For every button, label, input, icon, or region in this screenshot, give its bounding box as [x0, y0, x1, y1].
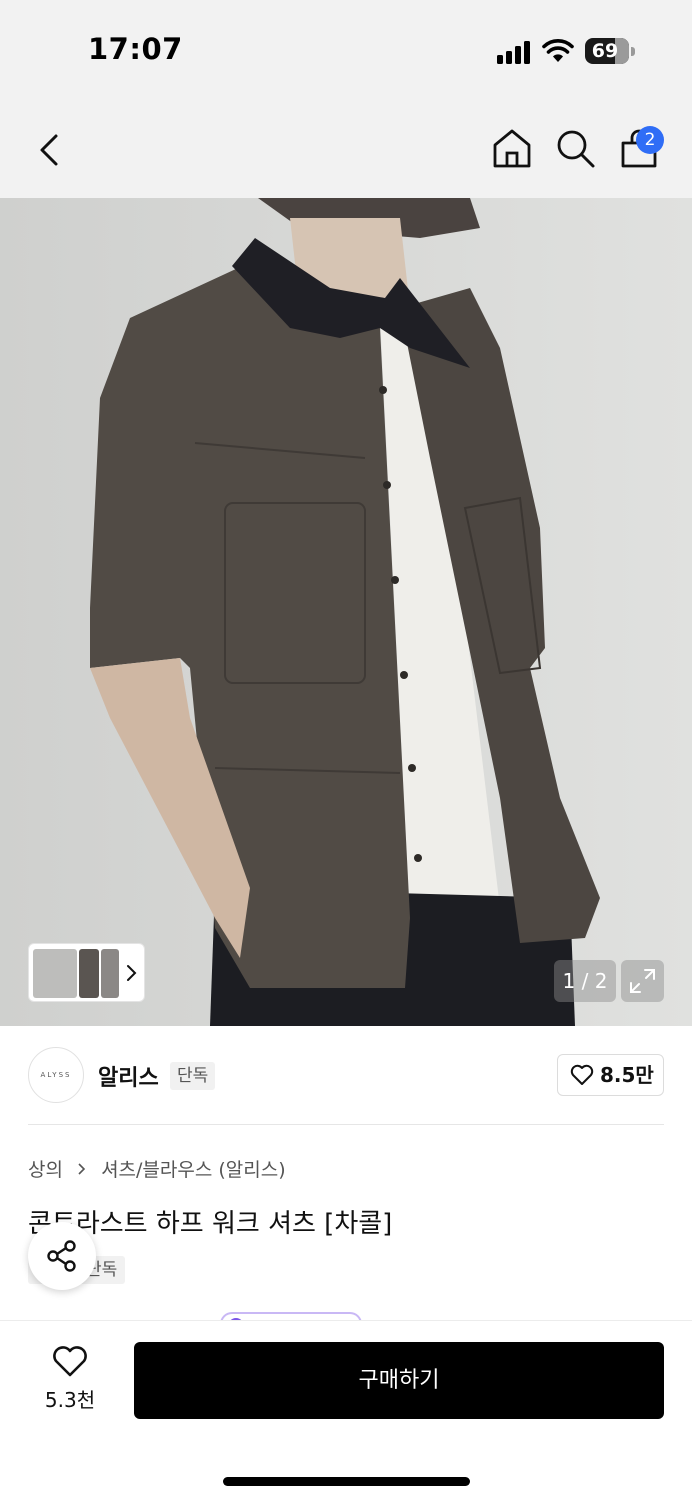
breadcrumb-item[interactable]: 셔츠/블라우스 (알리스)	[101, 1159, 286, 1181]
home-indicator	[223, 1477, 470, 1486]
signal-icon	[497, 41, 530, 64]
divider	[28, 1124, 664, 1125]
thumbnail-strip[interactable]	[28, 943, 145, 1002]
expand-icon	[630, 969, 655, 993]
heart-icon	[570, 1064, 594, 1085]
back-icon[interactable]	[28, 128, 72, 172]
thumbnail-image[interactable]	[101, 949, 119, 998]
chevron-right-icon	[78, 1162, 86, 1175]
battery-icon: 69	[585, 38, 635, 64]
product-photo	[0, 198, 692, 1026]
brand-logo[interactable]: ALYSS	[28, 1047, 84, 1103]
brand-like-count: 8.5만	[600, 1063, 654, 1087]
breadcrumb-item[interactable]: 상의	[28, 1159, 63, 1181]
chevron-right-icon[interactable]	[125, 961, 139, 985]
cart-badge: 2	[636, 126, 664, 154]
breadcrumb: 상의 셔츠/블라우스 (알리스)	[28, 1155, 286, 1183]
status-time: 17:07	[88, 32, 183, 66]
image-page-indicator: 1 / 2	[554, 960, 616, 1002]
wishlist-heart-icon[interactable]	[52, 1346, 88, 1378]
brand-exclusive-tag: 단독	[170, 1062, 216, 1090]
brand-like-button[interactable]: 8.5만	[557, 1054, 664, 1096]
search-icon[interactable]	[553, 126, 597, 170]
battery-level: 69	[591, 40, 619, 62]
product-image[interactable]	[0, 198, 692, 1026]
wishlist-count: 5.3천	[44, 1388, 96, 1412]
wifi-icon	[542, 39, 574, 62]
thumbnail-image[interactable]	[79, 949, 99, 998]
share-icon	[47, 1240, 76, 1272]
buy-button[interactable]: 구매하기	[134, 1342, 664, 1419]
expand-button[interactable]	[621, 960, 664, 1002]
status-bar: 17:07 69	[0, 0, 692, 100]
thumbnail-image[interactable]	[33, 949, 77, 998]
share-button[interactable]	[28, 1222, 96, 1290]
home-icon[interactable]	[490, 126, 534, 170]
brand-name[interactable]: 알리스	[98, 1060, 159, 1092]
